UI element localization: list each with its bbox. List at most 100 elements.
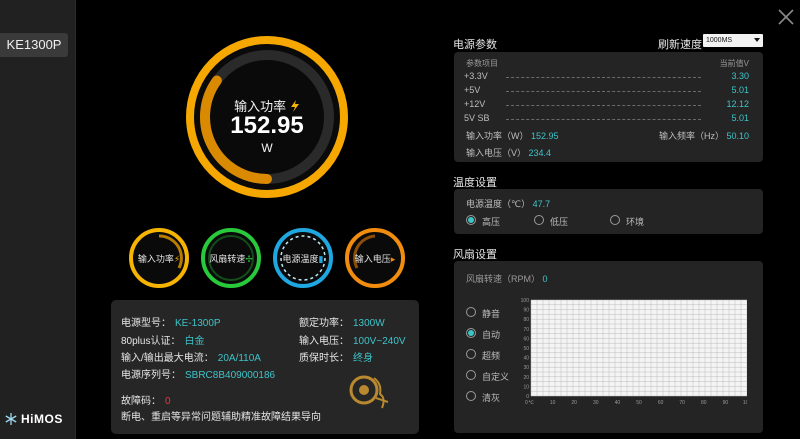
fan-settings-title: 风扇设置 bbox=[453, 249, 497, 261]
input-frequency-label: 输入频率（Hz） bbox=[658, 131, 724, 141]
fan-mode-label: 静音 bbox=[482, 309, 501, 319]
chart-y-tick: 50 bbox=[523, 346, 529, 352]
param-row: +12V 12.12 bbox=[464, 99, 749, 111]
fan-mode-radio-clean[interactable] bbox=[466, 391, 476, 401]
refresh-rate-label: 刷新速度 bbox=[658, 39, 702, 51]
input-voltage-label: 输入电压（V） bbox=[466, 148, 527, 158]
param-value: 12.12 bbox=[726, 99, 749, 109]
fault-code-label: 故障码： bbox=[121, 396, 161, 407]
plug-icon: ▸ bbox=[390, 254, 396, 264]
param-name: +12V bbox=[464, 99, 486, 109]
refresh-rate-value: 1000MS bbox=[706, 37, 733, 44]
input-power-label: 输入功率（W） bbox=[466, 131, 529, 141]
param-value: 5.01 bbox=[731, 113, 749, 123]
chevron-down-icon bbox=[754, 38, 760, 42]
col-header-item: 参数项目 bbox=[466, 59, 498, 68]
chart-y-tick: 60 bbox=[523, 336, 529, 342]
input-voltage-value: 234.4 bbox=[528, 148, 552, 158]
chart-x-tick: 20 bbox=[571, 400, 577, 406]
fan-mode-label: 清灰 bbox=[482, 393, 501, 403]
param-row: +3.3V 3.30 bbox=[464, 71, 749, 83]
cert-label: 80plus认证： bbox=[121, 336, 181, 347]
lightning-icon: ⚡ bbox=[173, 254, 181, 264]
input-voltage-value: 100V~240V bbox=[353, 336, 406, 347]
chart-y-tick: 90 bbox=[523, 308, 529, 314]
brand-emblem-icon bbox=[349, 375, 389, 409]
input-power-value: 152.95 bbox=[531, 131, 559, 141]
small-gauge-psu-temp[interactable]: 电源温度▮ bbox=[271, 226, 335, 290]
input-power-gauge: 输入功率 152.95 W bbox=[184, 34, 350, 200]
chart-y-tick: 100 bbox=[521, 298, 530, 304]
small-gauge-input-voltage[interactable]: 输入电压▸ bbox=[343, 226, 407, 290]
param-value: 5.01 bbox=[731, 85, 749, 95]
gauge-value: 152.95 bbox=[230, 112, 304, 139]
warranty-label: 质保时长： bbox=[299, 353, 349, 364]
snowflake-icon bbox=[5, 413, 17, 425]
fan-mode-radio-silent[interactable] bbox=[466, 307, 476, 317]
power-params-panel: 参数项目 当前值V +3.3V 3.30 +5V 5.01 +12V 12.12 5V… bbox=[454, 52, 763, 162]
chart-y-tick: 40 bbox=[523, 356, 529, 362]
temp-radio-label: 低压 bbox=[550, 217, 569, 227]
param-value: 3.30 bbox=[731, 71, 749, 81]
chart-x-tick: 60 bbox=[658, 400, 664, 406]
small-gauge-label: 输入功率 bbox=[137, 254, 174, 264]
psu-temp-value: 47.7 bbox=[532, 199, 551, 209]
fan-speed-label: 风扇转速（RPM） bbox=[466, 274, 540, 284]
chart-y-tick: 80 bbox=[523, 317, 529, 323]
lightning-icon bbox=[290, 100, 299, 112]
fan-mode-radio-auto[interactable] bbox=[466, 328, 476, 338]
param-row: +5V 5.01 bbox=[464, 85, 749, 97]
temp-radio-ambient[interactable] bbox=[610, 215, 620, 225]
fan-icon: ✢ bbox=[245, 254, 253, 264]
brand-name: HiMOS bbox=[21, 412, 63, 426]
chart-y-tick: 20 bbox=[523, 375, 529, 381]
param-name: 5V SB bbox=[464, 113, 490, 123]
chart-x-tick: 30 bbox=[593, 400, 599, 406]
chart-x-tick: 50 bbox=[636, 400, 642, 406]
max-current-value: 20A/110A bbox=[217, 353, 261, 364]
param-row: 5V SB 5.01 bbox=[464, 113, 749, 125]
thermometer-icon: ▮ bbox=[318, 254, 324, 264]
serial-value: SBRC8B409000186 bbox=[185, 370, 276, 381]
refresh-rate-select[interactable]: 1000MS bbox=[703, 34, 763, 47]
temp-radio-label: 环境 bbox=[626, 217, 645, 227]
small-gauge-label: 风扇转速 bbox=[209, 254, 246, 264]
temp-radio-label: 高压 bbox=[482, 217, 501, 227]
chart-x-tick: ℃ bbox=[528, 400, 534, 406]
col-header-current: 当前值V bbox=[719, 59, 749, 68]
chart-y-tick: 30 bbox=[523, 365, 529, 371]
input-voltage-label: 输入电压： bbox=[299, 336, 349, 347]
small-gauge-fan-speed[interactable]: 风扇转速✢ bbox=[199, 226, 263, 290]
model-value: KE-1300P bbox=[175, 318, 221, 329]
temp-radio-high[interactable] bbox=[466, 215, 476, 225]
cert-value: 白金 bbox=[184, 336, 205, 347]
chart-x-tick: 40 bbox=[615, 400, 621, 406]
small-gauge-input-power[interactable]: 输入功率⚡ bbox=[127, 226, 191, 290]
param-name: +3.3V bbox=[464, 71, 488, 81]
fan-mode-label: 自动 bbox=[482, 330, 501, 340]
fan-mode-radio-custom[interactable] bbox=[466, 370, 476, 380]
close-icon[interactable] bbox=[777, 8, 795, 26]
fault-code-value: 0 bbox=[165, 396, 171, 407]
sidebar: KE1300P HiMOS bbox=[0, 0, 76, 439]
chart-origin-tick: 0 bbox=[525, 400, 528, 406]
model-label: 电源型号： bbox=[121, 318, 171, 329]
fan-curve-chart[interactable]: 1009080706050403020100℃ 10 20 30 40 50 60 70 80 9… bbox=[519, 296, 747, 409]
small-gauge-label: 输入电压 bbox=[354, 254, 391, 264]
chart-y-tick: 70 bbox=[523, 327, 529, 333]
param-name: +5V bbox=[464, 85, 481, 95]
fan-mode-label: 自定义 bbox=[482, 372, 510, 382]
device-tab-ke1300p[interactable]: KE1300P bbox=[0, 33, 68, 57]
chart-x-tick: 100 bbox=[743, 400, 747, 406]
chart-x-tick: 90 bbox=[723, 400, 729, 406]
power-params-title: 电源参数 bbox=[453, 39, 497, 51]
gauge-unit: W bbox=[261, 141, 273, 155]
fan-mode-radio-overclock[interactable] bbox=[466, 349, 476, 359]
rated-power-value: 1300W bbox=[353, 318, 385, 329]
chart-x-tick: 70 bbox=[679, 400, 685, 406]
max-current-label: 输入/输出最大电流： bbox=[121, 353, 214, 364]
psu-temp-label: 电源温度（℃） bbox=[466, 199, 531, 209]
temp-settings-title: 温度设置 bbox=[453, 177, 497, 189]
chart-x-tick: 80 bbox=[701, 400, 707, 406]
temp-radio-low[interactable] bbox=[534, 215, 544, 225]
